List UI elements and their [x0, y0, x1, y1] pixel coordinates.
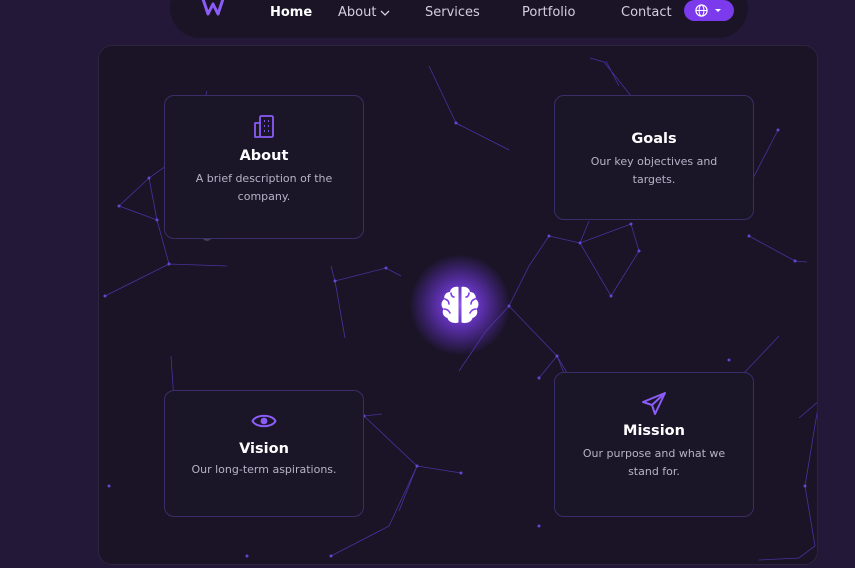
card-vision-title: Vision — [239, 441, 289, 457]
brain-core — [410, 255, 510, 355]
chevron-down-icon — [380, 10, 390, 16]
card-goals-title: Goals — [631, 131, 677, 147]
card-mission-title: Mission — [623, 423, 685, 439]
card-mission-description: Our purpose and what we stand for. — [582, 447, 726, 478]
card-goals-description: Our key objectives and targets. — [590, 155, 718, 186]
top-navbar: Home About Services Portfolio Contact — [170, 0, 748, 38]
nav-link-about-label: About — [338, 5, 377, 20]
card-about-description: A brief description of the company. — [195, 172, 333, 203]
globe-icon — [695, 4, 708, 17]
caret-down-icon — [715, 9, 721, 12]
card-vision: Vision Our long-term aspirations. — [164, 390, 364, 517]
brain-icon — [441, 286, 479, 323]
nav-link-services[interactable]: Services — [425, 5, 480, 21]
card-about-title: About — [239, 148, 289, 164]
card-mission: Mission Our purpose and what we stand fo… — [554, 372, 754, 517]
nav-link-about[interactable]: About — [338, 5, 390, 21]
card-vision-description: Our long-term aspirations. — [191, 463, 337, 476]
page: Home About Services Portfolio Contact Ab… — [0, 0, 855, 568]
paper-plane-icon — [642, 392, 666, 415]
nav-link-contact[interactable]: Contact — [621, 5, 672, 21]
nav-link-portfolio[interactable]: Portfolio — [522, 5, 575, 21]
card-about: About A brief description of the company… — [164, 95, 364, 239]
eye-icon — [251, 414, 277, 428]
building-icon — [254, 115, 274, 138]
nav-link-home[interactable]: Home — [270, 5, 312, 21]
about-panel: About A brief description of the company… — [98, 45, 818, 565]
language-button[interactable] — [684, 0, 734, 21]
w-logo-icon[interactable] — [201, 0, 225, 16]
card-goals: Goals Our key objectives and targets. — [554, 95, 754, 220]
